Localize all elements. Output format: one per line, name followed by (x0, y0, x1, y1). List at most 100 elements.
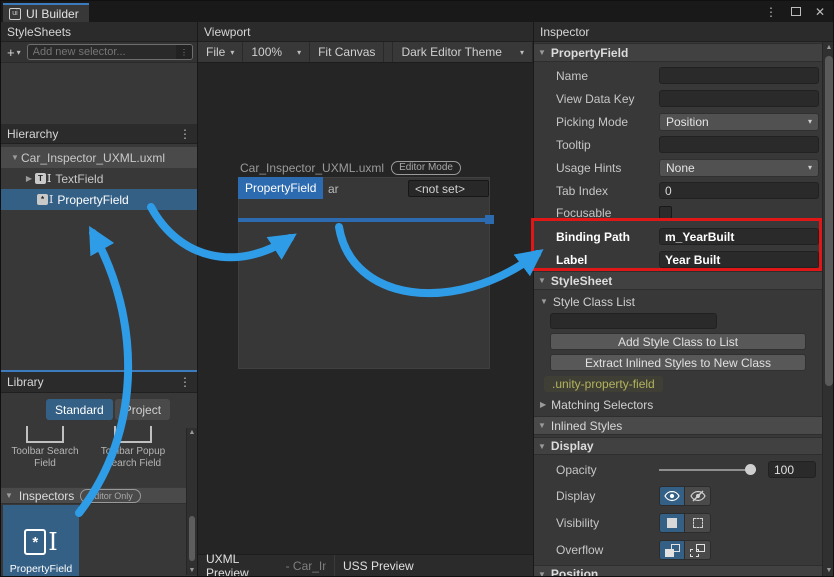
toolbar-search-field-icon (26, 426, 64, 443)
selector-options-icon[interactable]: ⋮ (176, 45, 192, 59)
canvas-titlebar[interactable]: Car_Inspector_UXML.uxml Editor Mode (238, 158, 490, 177)
display-none-toggle[interactable] (685, 486, 711, 506)
tab-standard[interactable]: Standard (46, 399, 113, 420)
focusable-checkbox[interactable] (659, 206, 672, 219)
stylesheets-title: StyleSheets (7, 25, 71, 39)
foldout-closed-icon[interactable]: ▶ (23, 174, 35, 183)
editor-mode-badge[interactable]: Editor Mode (391, 161, 461, 175)
tooltip-input[interactable] (659, 136, 819, 153)
new-selector-field[interactable]: ⋮ (27, 44, 193, 60)
style-class-input[interactable] (550, 313, 717, 329)
maximize-icon[interactable] (791, 7, 801, 16)
opacity-value-input[interactable] (768, 461, 816, 478)
row-label: Label (534, 248, 822, 271)
chevron-down-icon: ▾ (17, 48, 21, 57)
theme-dropdown[interactable]: Dark Editor Theme ▾ (392, 42, 533, 62)
foldout-propertyfield[interactable]: ▼ PropertyField (534, 43, 822, 62)
row-opacity: Opacity (534, 458, 822, 481)
scrollbar-thumb[interactable] (825, 56, 833, 386)
foldout-stylesheet[interactable]: ▼ StyleSheet (534, 271, 822, 290)
document-canvas[interactable]: Car_Inspector_UXML.uxml Editor Mode Prop… (238, 158, 490, 369)
scroll-up-icon[interactable]: ▲ (823, 44, 834, 51)
viewport-canvas-area[interactable]: Car_Inspector_UXML.uxml Editor Mode Prop… (198, 63, 533, 554)
add-selector-button[interactable]: + ▾ (5, 45, 23, 60)
foldout-display[interactable]: ▼ Display (534, 437, 822, 455)
overflow-visible-toggle[interactable] (659, 540, 685, 560)
foldout-open-icon[interactable]: ▼ (538, 48, 546, 57)
hierarchy-menu-icon[interactable]: ⋮ (179, 127, 191, 141)
foldout-open-icon[interactable]: ▼ (540, 297, 548, 306)
stylesheets-header: StyleSheets (1, 22, 197, 42)
row-name: Name (534, 64, 822, 87)
file-menu[interactable]: File ▾ (198, 42, 243, 62)
foldout-position[interactable]: ▼ Position (534, 565, 822, 576)
tab-uss-preview[interactable]: USS Preview (335, 555, 422, 576)
inspector-scrollbar[interactable]: ▲ ▼ (822, 42, 834, 576)
editor-only-badge: Editor Only (80, 489, 141, 503)
add-style-class-button[interactable]: Add Style Class to List (550, 333, 806, 350)
propertyfield-element[interactable]: PropertyField ar <not set> (239, 178, 489, 199)
zoom-dropdown[interactable]: 100% ▾ (243, 42, 310, 62)
extract-inlined-styles-button[interactable]: Extract Inlined Styles to New Class (550, 354, 806, 371)
resize-handle[interactable] (485, 215, 494, 224)
library-tile-propertyfield[interactable]: * I PropertyField (3, 505, 79, 577)
library-tile-toolbar-popup-search[interactable]: Toolbar Popup Search Field (89, 426, 177, 487)
view-data-key-input[interactable] (659, 90, 819, 107)
scroll-down-icon[interactable]: ▼ (187, 567, 197, 574)
visibility-hidden-toggle[interactable] (685, 513, 711, 533)
tab-index-input[interactable] (659, 182, 819, 199)
scrollbar-thumb[interactable] (189, 516, 195, 561)
foldout-open-icon[interactable]: ▼ (538, 570, 546, 577)
tab-ui-builder[interactable]: ui UI Builder (3, 3, 89, 22)
style-class-chip[interactable]: .unity-property-field (544, 376, 663, 392)
foldout-open-icon[interactable]: ▼ (538, 276, 546, 285)
display-flex-toggle[interactable] (659, 486, 685, 506)
ui-builder-window: ui UI Builder ⋮ ✕ StyleSheets + ▾ ⋮ Hier… (0, 0, 834, 577)
visibility-visible-toggle[interactable] (659, 513, 685, 533)
foldout-open-icon[interactable]: ▼ (9, 153, 21, 162)
selected-element-tag[interactable]: PropertyField (238, 177, 323, 199)
scroll-up-icon[interactable]: ▲ (187, 429, 197, 436)
picking-mode-dropdown[interactable]: Position ▾ (659, 113, 819, 131)
viewport-title: Viewport (204, 25, 250, 39)
tree-root-label: Car_Inspector_UXML.uxml (21, 151, 165, 165)
scroll-down-icon[interactable]: ▼ (823, 567, 834, 574)
foldout-open-icon[interactable]: ▼ (5, 491, 13, 500)
opacity-slider[interactable] (659, 460, 756, 480)
chevron-down-icon: ▾ (297, 48, 301, 57)
library-menu-icon[interactable]: ⋮ (179, 375, 191, 389)
stylesheets-body (1, 63, 197, 124)
row-overflow: Overflow (534, 538, 822, 562)
label-input[interactable] (659, 251, 819, 268)
element-value-field[interactable]: <not set> (408, 180, 489, 197)
propertyfield-icon: * I (24, 529, 57, 555)
row-usage-hints: Usage Hints None ▾ (534, 156, 822, 179)
overflow-hidden-toggle[interactable] (685, 540, 711, 560)
tab-uxml-preview[interactable]: UXML Preview - Car_In (198, 555, 335, 576)
close-icon[interactable]: ✕ (815, 5, 825, 19)
tab-project[interactable]: Project (115, 399, 170, 420)
inspectors-foldout[interactable]: ▼ Inspectors Editor Only (1, 487, 197, 504)
window-menu-icon[interactable]: ⋮ (765, 5, 777, 19)
row-tooltip: Tooltip (534, 133, 822, 156)
foldout-matching-selectors[interactable]: ▶ Matching Selectors (534, 396, 822, 413)
usage-hints-dropdown[interactable]: None ▾ (659, 159, 819, 177)
tree-textfield-label: TextField (55, 172, 103, 186)
tree-row-textfield[interactable]: ▶ T I TextField (1, 168, 197, 189)
library-tile-toolbar-search[interactable]: Toolbar Search Field (1, 426, 89, 487)
tree-row-propertyfield[interactable]: * I PropertyField (1, 189, 197, 210)
name-input[interactable] (659, 67, 819, 84)
binding-path-input[interactable] (659, 228, 819, 245)
plus-icon: + (7, 45, 15, 60)
foldout-inlined-styles[interactable]: ▼ Inlined Styles (534, 416, 822, 435)
library-scrollbar[interactable]: ▲ ▼ (186, 428, 197, 575)
new-selector-input[interactable] (28, 46, 176, 58)
foldout-open-icon[interactable]: ▼ (538, 421, 546, 430)
canvas-body[interactable]: PropertyField ar <not set> (238, 177, 490, 369)
fit-canvas-button[interactable]: Fit Canvas (310, 42, 384, 62)
slider-knob[interactable] (745, 464, 756, 475)
foldout-style-class-list[interactable]: ▼ Style Class List (534, 293, 822, 310)
foldout-open-icon[interactable]: ▼ (538, 442, 546, 451)
foldout-closed-icon[interactable]: ▶ (540, 400, 546, 409)
tree-row-root[interactable]: ▼ Car_Inspector_UXML.uxml (1, 147, 197, 168)
